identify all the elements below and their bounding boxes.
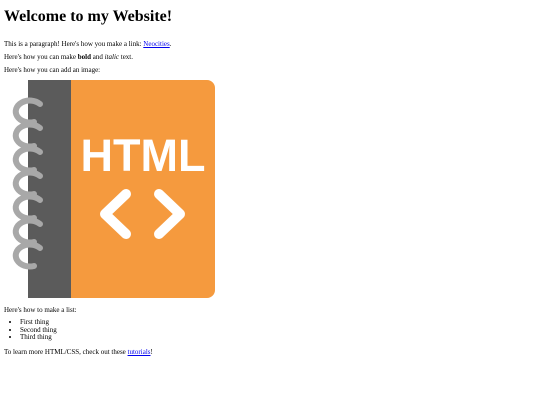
outro-text: To learn more HTML/CSS, check out these	[4, 347, 128, 356]
outro-paragraph: To learn more HTML/CSS, check out these …	[4, 348, 540, 357]
html-book-image: HTML	[4, 80, 215, 298]
outro-end: !	[150, 347, 153, 356]
list-item: First thing	[20, 318, 540, 327]
page-body: Welcome to my Website! This is a paragra…	[0, 0, 540, 357]
format-end: text.	[119, 53, 133, 61]
html-book-icon: HTML	[12, 80, 215, 298]
bold-text: bold	[77, 53, 91, 61]
example-list: First thing Second thing Third thing	[4, 318, 540, 342]
intro-paragraph: This is a paragraph! Here's how you make…	[4, 40, 540, 49]
format-paragraph: Here's how you can make bold and italic …	[4, 53, 540, 62]
html-text: HTML	[81, 130, 206, 181]
page-title: Welcome to my Website!	[4, 8, 173, 25]
italic-text: italic	[104, 53, 119, 61]
list-intro: Here's how to make a list:	[4, 306, 77, 314]
image-caption: Here's how you can add an image:	[4, 66, 101, 74]
tutorials-link[interactable]: tutorials	[128, 348, 151, 356]
neocities-link[interactable]: Neocities	[143, 40, 169, 48]
intro-end: .	[169, 40, 172, 48]
format-and: and	[91, 53, 105, 61]
intro-text: This is a paragraph! Here's how you make…	[4, 40, 144, 48]
list-item: Third thing	[20, 333, 540, 342]
list-item: Second thing	[20, 326, 540, 335]
format-text: Here's how you can make	[4, 53, 78, 61]
